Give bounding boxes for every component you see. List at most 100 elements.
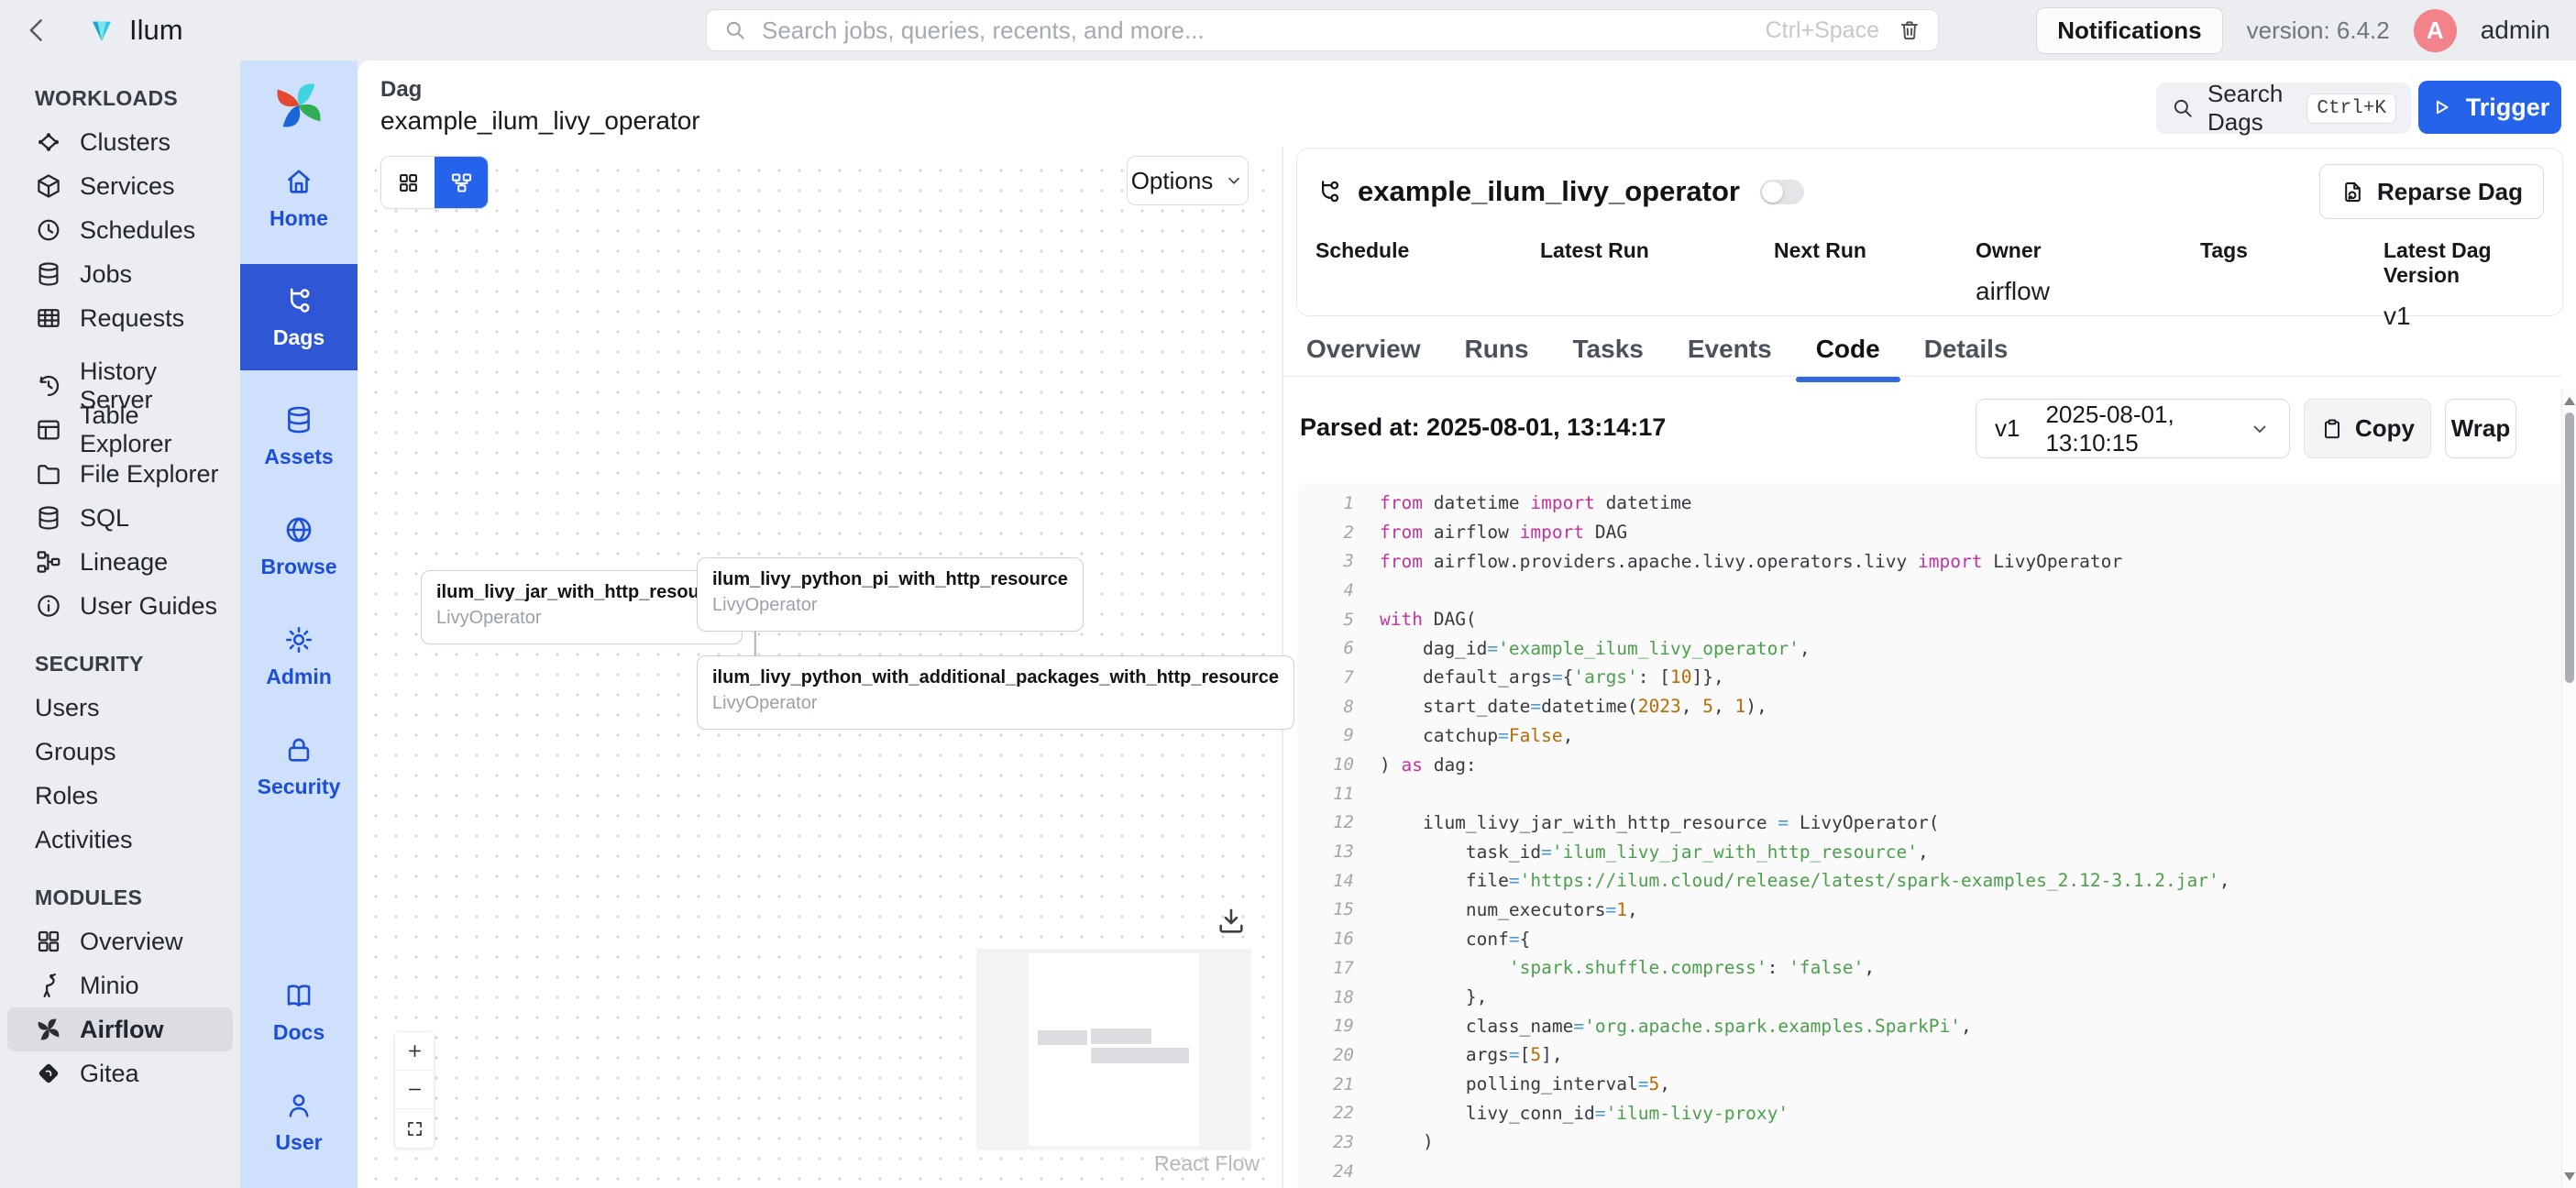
graph-dag-name: example_ilum_livy_operator [380, 106, 700, 136]
rail-item-browse[interactable]: Browse [240, 502, 358, 590]
rail-item-user[interactable]: User [240, 1078, 358, 1166]
code-line: 4 [1297, 576, 2562, 605]
scrollbar-down-icon[interactable] [2564, 1172, 2575, 1181]
scrollbar-thumb[interactable] [2565, 412, 2574, 683]
sidebar-item-label: Lineage [80, 548, 168, 577]
fit-view-button[interactable] [395, 1109, 434, 1148]
tab-details[interactable]: Details [1924, 335, 2009, 376]
meta-col-header: Latest Run [1540, 238, 1774, 263]
code-line: 1from datetime import datetime [1297, 489, 2562, 518]
options-button[interactable]: Options [1127, 156, 1249, 205]
code-viewer: 1from datetime import datetime2from airf… [1297, 483, 2562, 1188]
tab-overview[interactable]: Overview [1306, 335, 1421, 376]
code-line: 9 catchup=False, [1297, 721, 2562, 751]
sidebar-item-minio[interactable]: Minio [7, 963, 233, 1007]
dag-meta-row: ScheduleLatest RunNext RunOwnerairflowTa… [1316, 238, 2544, 333]
sidebar-item-overview[interactable]: Overview [7, 919, 233, 963]
rail-item-security[interactable]: Security [240, 722, 358, 810]
graph-view-button[interactable] [435, 157, 488, 208]
code-line: 3from airflow.providers.apache.livy.oper… [1297, 546, 2562, 576]
sidebar-item-requests[interactable]: Requests [7, 296, 233, 340]
rail-item-label: Browse [260, 555, 336, 579]
global-search-input[interactable] [762, 16, 1766, 45]
sidebar-item-gitea[interactable]: Gitea [7, 1051, 233, 1095]
wrap-button[interactable]: Wrap [2445, 399, 2516, 458]
sidebar-item-clusters[interactable]: Clusters [7, 120, 233, 164]
code-line-number: 4 [1297, 580, 1354, 600]
grid-view-button[interactable] [381, 157, 435, 208]
sidebar-item-table-explorer[interactable]: Table Explorer [7, 408, 233, 452]
notifications-button[interactable]: Notifications [2036, 7, 2222, 54]
reparse-dag-button[interactable]: Reparse Dag [2319, 164, 2544, 219]
tab-tasks[interactable]: Tasks [1573, 335, 1644, 376]
code-version-select[interactable]: v1 2025-08-01, 13:10:15 [1976, 399, 2290, 458]
code-scrollbar[interactable] [2561, 390, 2576, 1188]
dag-tabs: Overview Runs Tasks Events Code Details [1283, 335, 2561, 377]
rail-item-dags[interactable]: Dags [240, 264, 358, 370]
rail-item-assets[interactable]: Assets [240, 392, 358, 480]
sidebar-item-label: Table Explorer [80, 402, 233, 458]
sidebar-item-jobs[interactable]: Jobs [7, 252, 233, 296]
sidebar-item-airflow[interactable]: Airflow [7, 1007, 233, 1051]
rail-item-label: Home [270, 206, 328, 231]
tab-runs[interactable]: Runs [1465, 335, 1529, 376]
tab-code[interactable]: Code [1816, 335, 1880, 376]
history-server-icon [35, 372, 62, 400]
code-line-text: args=[5], [1380, 1044, 1563, 1065]
pause-toggle[interactable] [1760, 180, 1804, 204]
task-node-ilum-livy-python-with-additional-packages-with-http-resource[interactable]: ilum_livy_python_with_additional_package… [697, 655, 1294, 730]
task-node-ilum-livy-jar-with-http-resource[interactable]: ilum_livy_jar_with_http_resourceLivyOper… [421, 570, 743, 644]
sidebar-item-roles[interactable]: Roles [7, 774, 233, 818]
clear-search-icon[interactable] [1898, 18, 1921, 42]
sidebar-item-label: Requests [80, 304, 184, 333]
sidebar-item-services[interactable]: Services [7, 164, 233, 208]
sidebar-item-groups[interactable]: Groups [7, 730, 233, 774]
download-graph-button[interactable] [1216, 906, 1247, 937]
code-line-number: 10 [1297, 754, 1354, 775]
code-line: 20 args=[5], [1297, 1040, 2562, 1070]
copy-button[interactable]: Copy [2304, 399, 2431, 458]
sidebar-item-label: Overview [80, 928, 183, 956]
meta-col-value [1540, 277, 1774, 308]
view-toggle [380, 156, 489, 209]
dags-icon [283, 285, 314, 316]
minimap[interactable] [976, 949, 1251, 1150]
code-line-text: conf={ [1380, 929, 1530, 950]
scrollbar-up-icon[interactable] [2564, 397, 2575, 405]
code-line-number: 3 [1297, 551, 1354, 571]
sidebar-item-file-explorer[interactable]: File Explorer [7, 452, 233, 496]
airflow-rail: Home Dags Assets Browse Admin Security Docs Use… [240, 60, 358, 1188]
requests-icon [35, 304, 62, 332]
search-dags-button[interactable]: Search Dags Ctrl+K [2156, 82, 2411, 134]
code-line: 14 file='https://ilum.cloud/release/late… [1297, 866, 2562, 896]
sidebar-item-label: File Explorer [80, 460, 219, 489]
topbar-right: Notifications version: 6.4.2 A admin [2036, 7, 2550, 54]
zoom-in-button[interactable] [395, 1032, 434, 1071]
rail-item-label: Security [258, 775, 341, 799]
avatar[interactable]: A [2414, 9, 2457, 52]
meta-col-header: Owner [1976, 238, 2200, 263]
code-line: 15 num_executors=1, [1297, 896, 2562, 925]
sidebar-item-lineage[interactable]: Lineage [7, 540, 233, 584]
sidebar-item-activities[interactable]: Activities [7, 818, 233, 862]
code-line: 8 start_date=datetime(2023, 5, 1), [1297, 692, 2562, 721]
trigger-label: Trigger [2466, 94, 2550, 122]
tab-events[interactable]: Events [1688, 335, 1772, 376]
services-icon [35, 172, 62, 200]
rail-item-docs[interactable]: Docs [240, 968, 358, 1056]
ilum-logo-icon [88, 15, 116, 46]
task-node-ilum-livy-python-pi-with-http-resource[interactable]: ilum_livy_python_pi_with_http_resourceLi… [697, 557, 1084, 632]
task-node-operator: LivyOperator [712, 595, 1068, 616]
zoom-out-button[interactable] [395, 1071, 434, 1109]
code-line: 7 default_args={'args': [10]}, [1297, 663, 2562, 692]
rail-item-home[interactable]: Home [240, 154, 358, 242]
parsed-at-label: Parsed at: 2025-08-01, 13:14:17 [1300, 413, 1666, 442]
sidebar-item-user-guides[interactable]: User Guides [7, 584, 233, 628]
dag-title: example_ilum_livy_operator [1358, 175, 1740, 208]
sidebar-item-users[interactable]: Users [7, 686, 233, 730]
sidebar-item-schedules[interactable]: Schedules [7, 208, 233, 252]
trigger-button[interactable]: Trigger [2418, 81, 2561, 134]
rail-item-admin[interactable]: Admin [240, 612, 358, 700]
sidebar-item-sql[interactable]: SQL [7, 496, 233, 540]
back-button[interactable] [22, 15, 53, 46]
